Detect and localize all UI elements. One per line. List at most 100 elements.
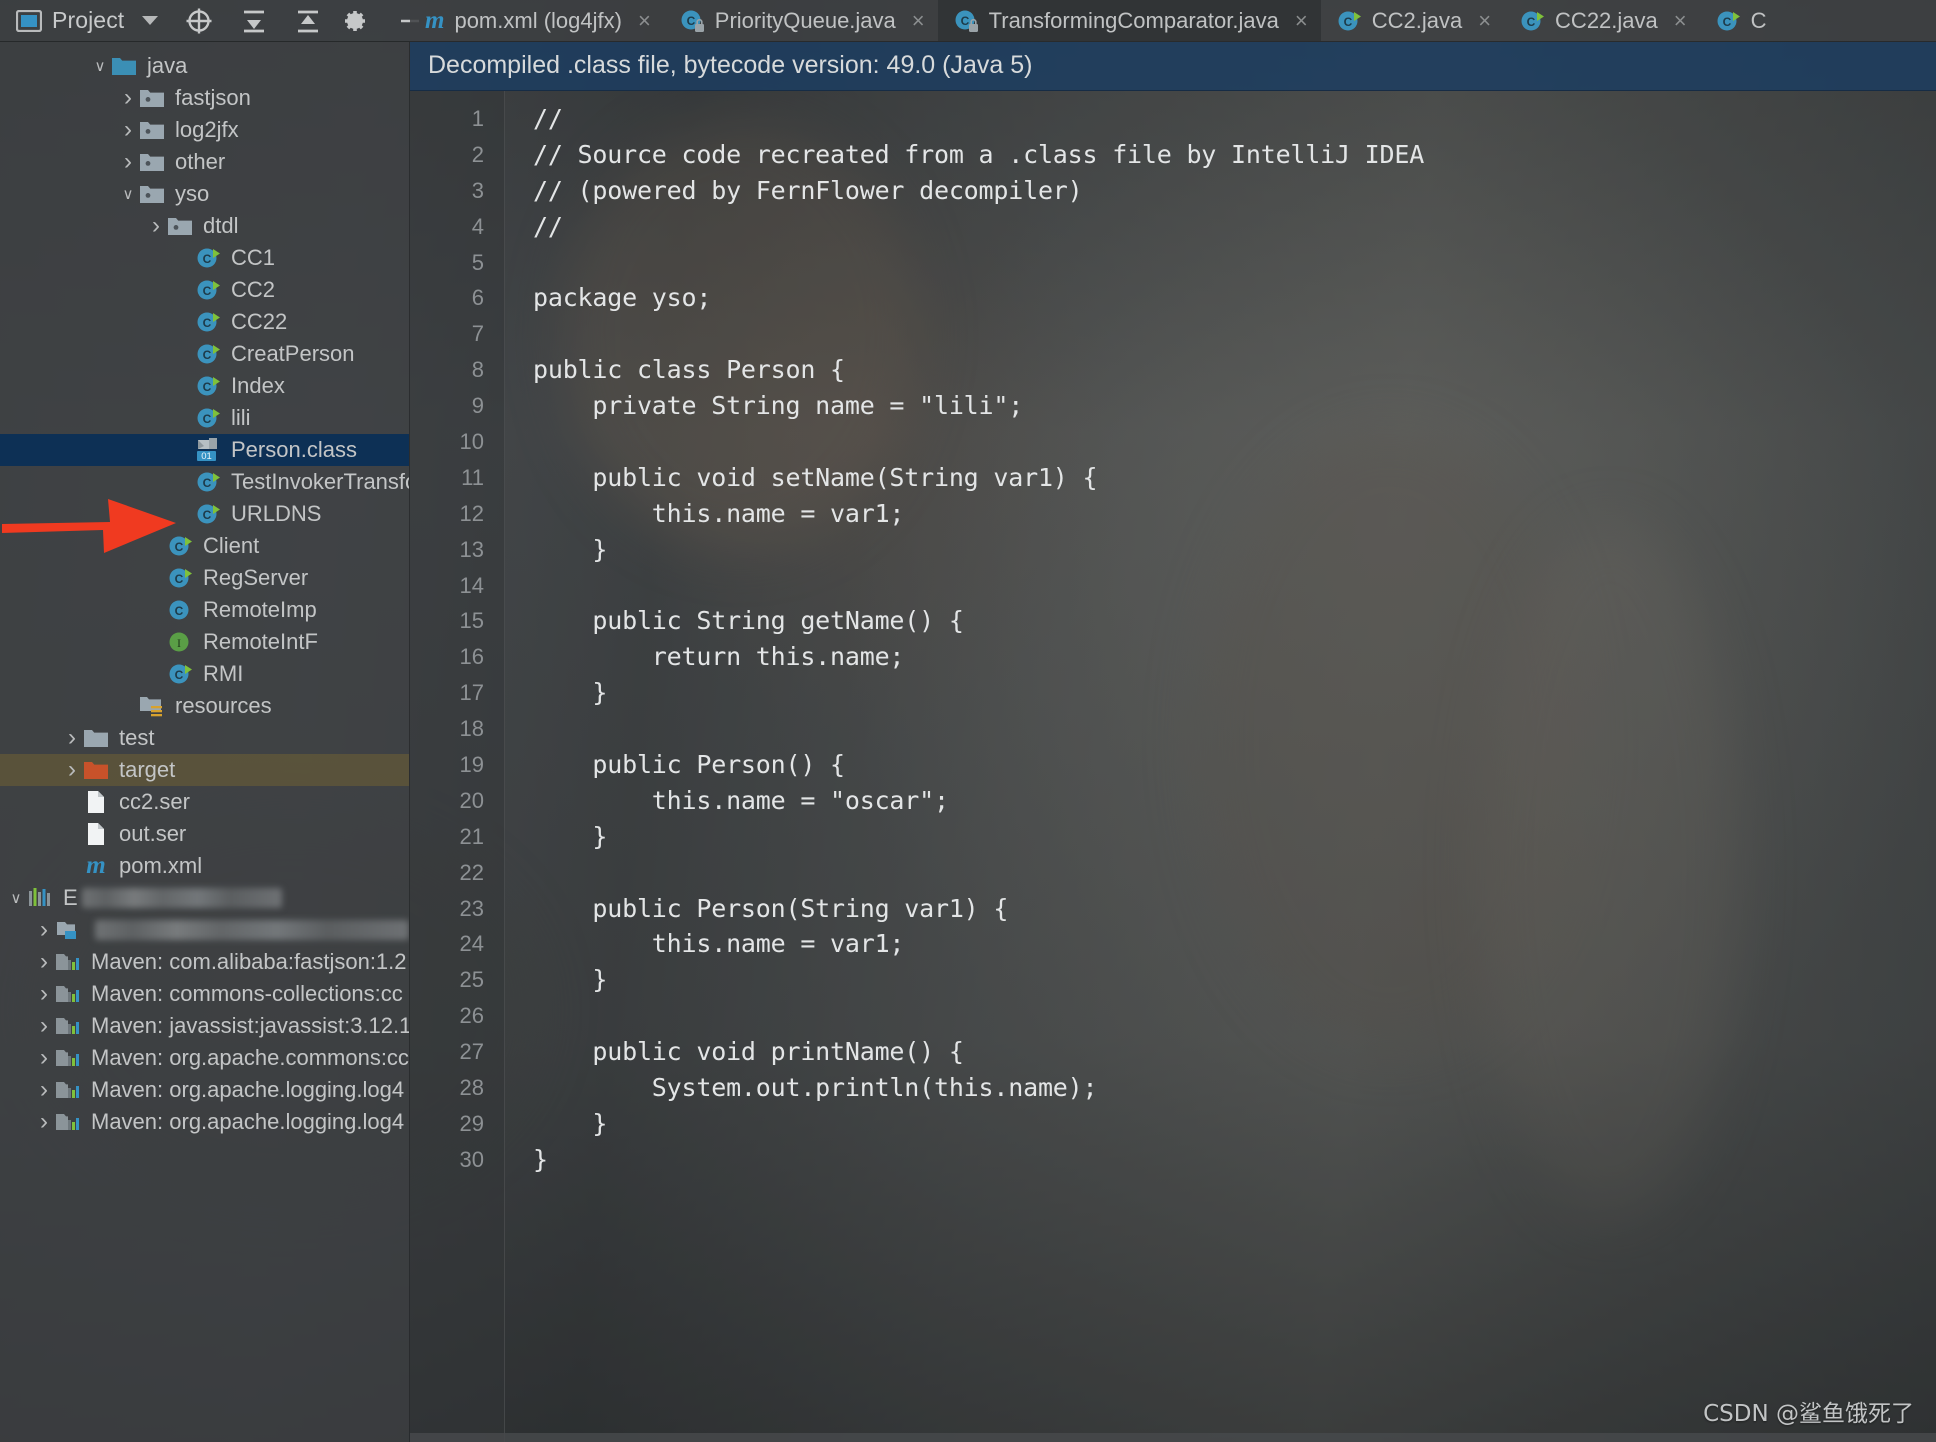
chevron-down-icon[interactable] xyxy=(118,187,138,202)
chevron-down-icon[interactable] xyxy=(142,16,159,25)
tree-item[interactable]: C CreatPerson xyxy=(0,338,409,370)
tree-item[interactable] xyxy=(0,914,409,946)
tree-item[interactable]: I RemoteIntF xyxy=(0,626,409,658)
tree-item-icon-slot xyxy=(82,725,110,751)
editor-tab[interactable]: m pom.xml (log4jfx) × xyxy=(410,0,664,41)
locate-icon[interactable] xyxy=(184,6,214,36)
line-number: 1 xyxy=(471,106,484,131)
tree-item[interactable]: C Client xyxy=(0,530,409,562)
editor-tab[interactable]: CC xyxy=(1700,0,1780,41)
gear-icon[interactable] xyxy=(340,7,368,35)
chevron-right-icon[interactable] xyxy=(34,1110,54,1134)
chevron-right-icon[interactable] xyxy=(34,1014,54,1038)
tree-item[interactable]: Maven: org.apache.logging.log4 xyxy=(0,1074,409,1106)
tree-item[interactable]: C CC1 xyxy=(0,242,409,274)
chevron-right-icon[interactable] xyxy=(118,150,138,174)
tree-item[interactable]: log2jfx xyxy=(0,114,409,146)
java-class-runnable-icon: C xyxy=(167,661,193,687)
line-number: 7 xyxy=(471,321,484,347)
chevron-right-icon[interactable] xyxy=(34,982,54,1006)
code-line: System.out.println(this.name); xyxy=(533,1073,1098,1103)
editor-tab[interactable]: C CC22.java × xyxy=(1504,0,1700,41)
tree-item[interactable]: target xyxy=(0,754,409,786)
excluded-folder-icon xyxy=(83,757,109,783)
tree-item-icon-slot: C xyxy=(194,469,222,495)
java-class-runnable-icon: C xyxy=(195,309,221,335)
tree-item[interactable]: Maven: com.alibaba:fastjson:1.2 xyxy=(0,946,409,978)
tree-item[interactable]: m pom.xml xyxy=(0,850,409,882)
tree-item[interactable]: fastjson xyxy=(0,82,409,114)
tree-item[interactable]: C CC22 xyxy=(0,306,409,338)
source-code-view[interactable]: // // Source code recreated from a .class… xyxy=(505,91,1936,1442)
tree-item[interactable]: test xyxy=(0,722,409,754)
tree-item[interactable]: Maven: org.apache.commons:cc xyxy=(0,1042,409,1074)
java-class-runnable-icon: C xyxy=(195,373,221,399)
chevron-right-icon[interactable] xyxy=(34,918,54,942)
top-bar: Project m pom.xml (log4jfx) × C Priority… xyxy=(0,0,1936,42)
line-number: 2 xyxy=(471,141,484,167)
tree-item[interactable]: java xyxy=(0,50,409,82)
chevron-right-icon[interactable] xyxy=(118,86,138,110)
code-area[interactable]: 1 2 3 4 5 6 7 8 9 10 11 12 13 14 15 16 17 18 19 20 21 22 23 24 2… xyxy=(410,91,1936,1442)
tree-item[interactable]: C RegServer xyxy=(0,562,409,594)
project-tool-window-title: Project xyxy=(52,7,125,33)
tree-item-icon-slot: 01 xyxy=(194,437,222,463)
editor-tab[interactable]: C TransformingComparator.java × xyxy=(937,0,1321,41)
tree-item[interactable]: Clili xyxy=(0,402,409,434)
code-line: // (powered by FernFlower decompiler) xyxy=(533,175,1083,205)
chevron-right-icon[interactable] xyxy=(34,1046,54,1070)
editor-tab[interactable]: C CC2.java × xyxy=(1321,0,1504,41)
close-icon[interactable]: × xyxy=(912,9,925,32)
project-tree-panel[interactable]: javafastjsonlog2jfxotherysodtdlCCC1CCC2C… xyxy=(0,42,410,1442)
tree-item[interactable]: dtdl xyxy=(0,210,409,242)
tree-item[interactable]: C URLDNS xyxy=(0,498,409,530)
tree-item[interactable]: E xyxy=(0,882,409,914)
close-icon[interactable]: × xyxy=(1478,9,1491,32)
tree-item[interactable]: Maven: javassist:javassist:3.12.1 xyxy=(0,1010,409,1042)
svg-text:01: 01 xyxy=(201,451,212,462)
chevron-right-icon[interactable] xyxy=(62,726,82,750)
expand-all-icon[interactable] xyxy=(240,7,268,35)
chevron-right-icon[interactable] xyxy=(34,950,54,974)
tree-item[interactable]: cc2.ser xyxy=(0,786,409,818)
tree-item[interactable]: Maven: org.apache.logging.log4 xyxy=(0,1106,409,1138)
tree-item-icon-slot: C xyxy=(194,277,222,303)
code-line: // Source code recreated from a .class f… xyxy=(533,139,1425,169)
chevron-right-icon[interactable] xyxy=(146,214,166,238)
project-tool-window-header: Project xyxy=(0,0,420,42)
tree-item-icon-slot: C xyxy=(166,661,194,687)
plain-folder-icon xyxy=(83,725,109,751)
tree-item[interactable]: C RMI xyxy=(0,658,409,690)
tree-item[interactable]: C TestInvokerTransform xyxy=(0,466,409,498)
chevron-down-icon[interactable] xyxy=(90,59,110,74)
resources-folder-icon xyxy=(139,693,165,719)
tree-item-label: Client xyxy=(203,533,260,558)
line-number: 18 xyxy=(459,716,484,742)
chevron-down-icon[interactable] xyxy=(6,891,26,906)
tree-item-selected[interactable]: 01 Person.class xyxy=(0,434,409,466)
close-icon[interactable]: × xyxy=(1295,9,1308,32)
svg-text:C: C xyxy=(203,380,212,394)
tree-item-icon-slot: C xyxy=(194,501,222,527)
tree-item[interactable]: C Index xyxy=(0,370,409,402)
tree-item-icon-slot xyxy=(138,149,166,175)
tree-item[interactable]: C CC2 xyxy=(0,274,409,306)
close-icon[interactable]: × xyxy=(638,9,651,32)
line-number: 6 xyxy=(471,285,484,311)
chevron-right-icon[interactable] xyxy=(118,118,138,142)
maven-library-icon xyxy=(55,1045,81,1071)
tree-item[interactable]: Maven: commons-collections:cc xyxy=(0,978,409,1010)
status-strip xyxy=(410,1433,1936,1442)
tree-item[interactable]: other xyxy=(0,146,409,178)
line-number: 24 xyxy=(459,931,484,957)
tree-item[interactable]: resources xyxy=(0,690,409,722)
collapse-all-icon[interactable] xyxy=(294,7,322,35)
chevron-right-icon[interactable] xyxy=(62,758,82,782)
editor-tab[interactable]: C PriorityQueue.java × xyxy=(664,0,938,41)
tree-item[interactable]: C RemoteImp xyxy=(0,594,409,626)
redacted-text xyxy=(95,920,409,940)
tree-item[interactable]: out.ser xyxy=(0,818,409,850)
tree-item[interactable]: yso xyxy=(0,178,409,210)
close-icon[interactable]: × xyxy=(1674,9,1687,32)
chevron-right-icon[interactable] xyxy=(34,1078,54,1102)
